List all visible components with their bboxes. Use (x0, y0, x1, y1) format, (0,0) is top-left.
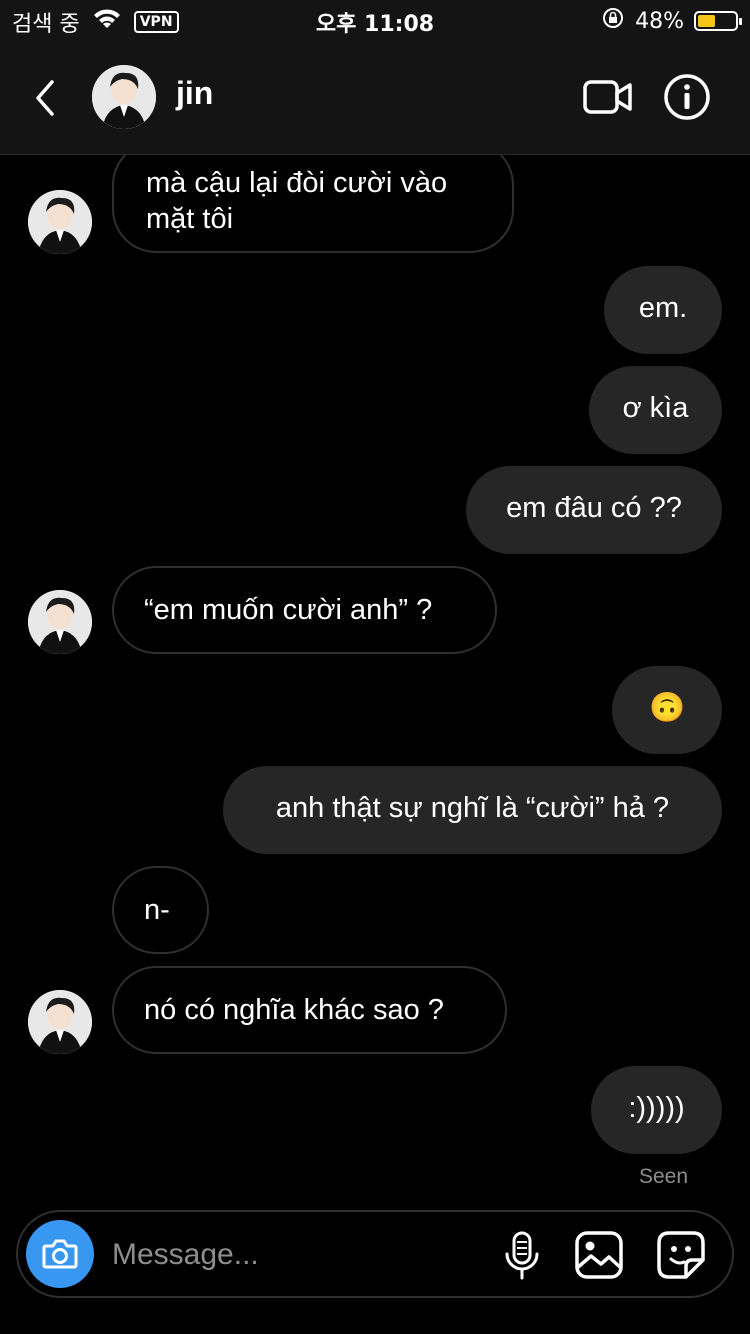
chevron-left-icon (36, 80, 54, 116)
sticker-button[interactable] (656, 1230, 706, 1280)
message-bubble-outgoing[interactable]: em. (604, 266, 722, 354)
message-bubble-outgoing[interactable]: em đâu có ?? (466, 466, 722, 554)
rotation-lock-icon (601, 6, 625, 36)
message-bubble-outgoing[interactable]: :))))) (591, 1066, 722, 1154)
message-text: mà cậu lại đòi cười vào mặt tôi (146, 167, 448, 235)
camera-icon (42, 1239, 78, 1269)
info-icon (664, 74, 710, 120)
battery-icon (694, 11, 742, 31)
gallery-button[interactable] (574, 1230, 624, 1280)
sender-avatar[interactable] (28, 190, 92, 254)
message-bubble-outgoing[interactable]: anh thật sự nghĩ là “cười” hả ? (223, 766, 722, 854)
message-composer (16, 1210, 734, 1298)
sticker-icon (657, 1231, 705, 1279)
sender-avatar[interactable] (28, 990, 92, 1054)
chat-screen: 검색 중 VPN 오후 11:08 48% jin mà cậu lại đòi… (0, 0, 750, 1334)
sender-avatar[interactable] (28, 590, 92, 654)
contact-avatar[interactable] (92, 65, 156, 129)
message-text: em. (638, 292, 688, 324)
battery-percent: 48% (635, 8, 684, 34)
message-text: anh thật sự nghĩ là “cười” hả ? (275, 792, 670, 824)
message-bubble-outgoing[interactable]: 🙃 (612, 666, 722, 754)
chat-header: jin (0, 40, 750, 155)
message-bubble-incoming[interactable]: n- (112, 866, 209, 954)
contact-name[interactable]: jin (176, 75, 213, 112)
video-camera-icon (583, 80, 632, 114)
message-text: em đâu có ?? (506, 492, 682, 524)
message-text: 🙃 (648, 692, 686, 724)
message-list[interactable]: mà cậu lại đòi cười vào mặt tôi em. ơ kì… (0, 155, 750, 1205)
message-text: ơ kìa (622, 392, 689, 424)
message-bubble-outgoing[interactable]: ơ kìa (589, 366, 722, 454)
message-text: n- (144, 894, 170, 926)
message-text: :))))) (628, 1092, 685, 1124)
image-icon (575, 1231, 623, 1279)
camera-button[interactable] (26, 1220, 94, 1288)
info-button[interactable] (663, 73, 711, 121)
message-bubble-incoming[interactable]: “em muốn cười anh” ? (112, 566, 497, 654)
message-bubble-incoming[interactable]: nó có nghĩa khác sao ? (112, 966, 507, 1054)
status-bar: 검색 중 VPN 오후 11:08 48% (0, 0, 750, 40)
back-button[interactable] (28, 76, 62, 120)
battery-level (698, 15, 715, 27)
message-input[interactable] (110, 1230, 484, 1280)
video-call-button[interactable] (582, 77, 634, 117)
message-text: nó có nghĩa khác sao ? (144, 994, 444, 1026)
message-text: “em muốn cười anh” ? (144, 594, 433, 626)
microphone-icon (505, 1231, 539, 1280)
message-bubble-incoming[interactable]: mà cậu lại đòi cười vào mặt tôi (112, 155, 514, 253)
seen-indicator: Seen (638, 1165, 688, 1188)
voice-message-button[interactable] (502, 1230, 542, 1282)
